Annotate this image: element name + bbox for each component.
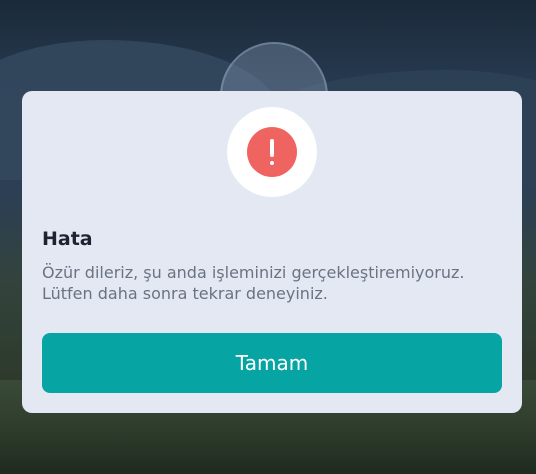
error-dialog: Hata Özür dileriz, şu anda işleminizi ge… xyxy=(22,91,522,413)
screen: Hata Özür dileriz, şu anda işleminizi ge… xyxy=(0,0,536,474)
dialog-title: Hata xyxy=(42,228,93,250)
dialog-message-line: Lütfen daha sonra tekrar deneyiniz. xyxy=(42,284,328,303)
dialog-message-line: Özür dileriz, şu anda işleminizi gerçekl… xyxy=(42,263,465,282)
ok-button[interactable]: Tamam xyxy=(42,333,502,393)
dialog-message: Özür dileriz, şu anda işleminizi gerçekl… xyxy=(42,262,512,304)
alert-icon-container xyxy=(227,107,317,197)
exclamation-icon xyxy=(247,127,297,177)
